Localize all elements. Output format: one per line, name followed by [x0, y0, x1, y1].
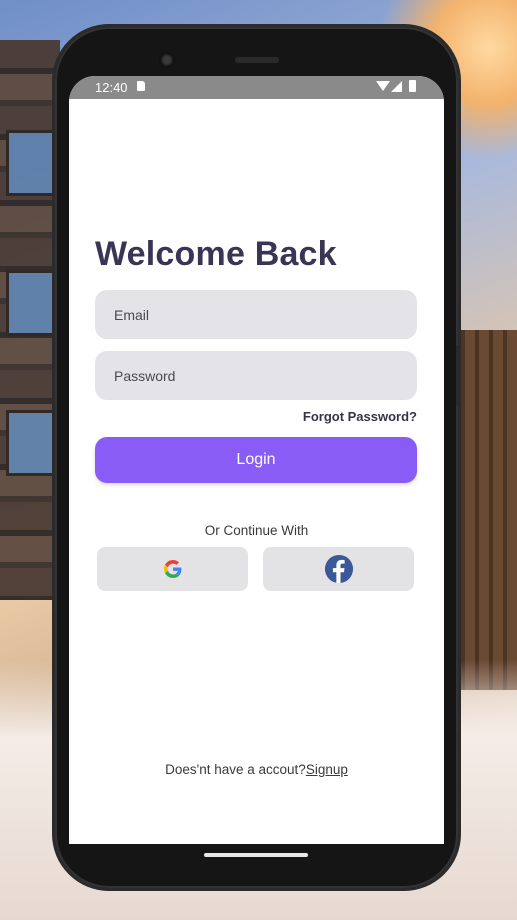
email-field[interactable] [95, 290, 417, 339]
battery-icon [409, 80, 416, 92]
background-window [6, 130, 56, 196]
background-house-right [451, 330, 517, 690]
login-button[interactable]: Login [95, 437, 417, 483]
background-house-left [0, 40, 60, 600]
page-title: Welcome Back [95, 235, 337, 273]
signup-prompt-text: Does'nt have a accout? [165, 762, 306, 777]
google-login-button[interactable] [97, 547, 248, 591]
google-icon [163, 560, 181, 578]
status-bar: 12:40 [69, 76, 444, 99]
signup-link[interactable]: Signup [306, 762, 348, 777]
facebook-login-button[interactable] [263, 547, 414, 591]
home-indicator[interactable] [204, 853, 308, 857]
power-button [456, 345, 460, 405]
wifi-icon [376, 81, 390, 91]
facebook-icon [324, 554, 353, 584]
status-time: 12:40 [95, 80, 128, 95]
app-screen: 12:40 Welcome Back Forgot Password? Logi… [69, 76, 444, 844]
camera-icon [159, 52, 175, 68]
signup-prompt: Does'nt have a accout?Signup [69, 762, 444, 777]
background-window [6, 270, 56, 336]
forgot-password-link[interactable]: Forgot Password? [303, 409, 417, 424]
speaker-grille [235, 57, 279, 63]
signal-icon [391, 81, 402, 92]
continue-with-label: Or Continue With [204, 523, 309, 538]
background-window [6, 410, 56, 476]
password-field[interactable] [95, 351, 417, 400]
sd-card-icon [137, 81, 145, 91]
